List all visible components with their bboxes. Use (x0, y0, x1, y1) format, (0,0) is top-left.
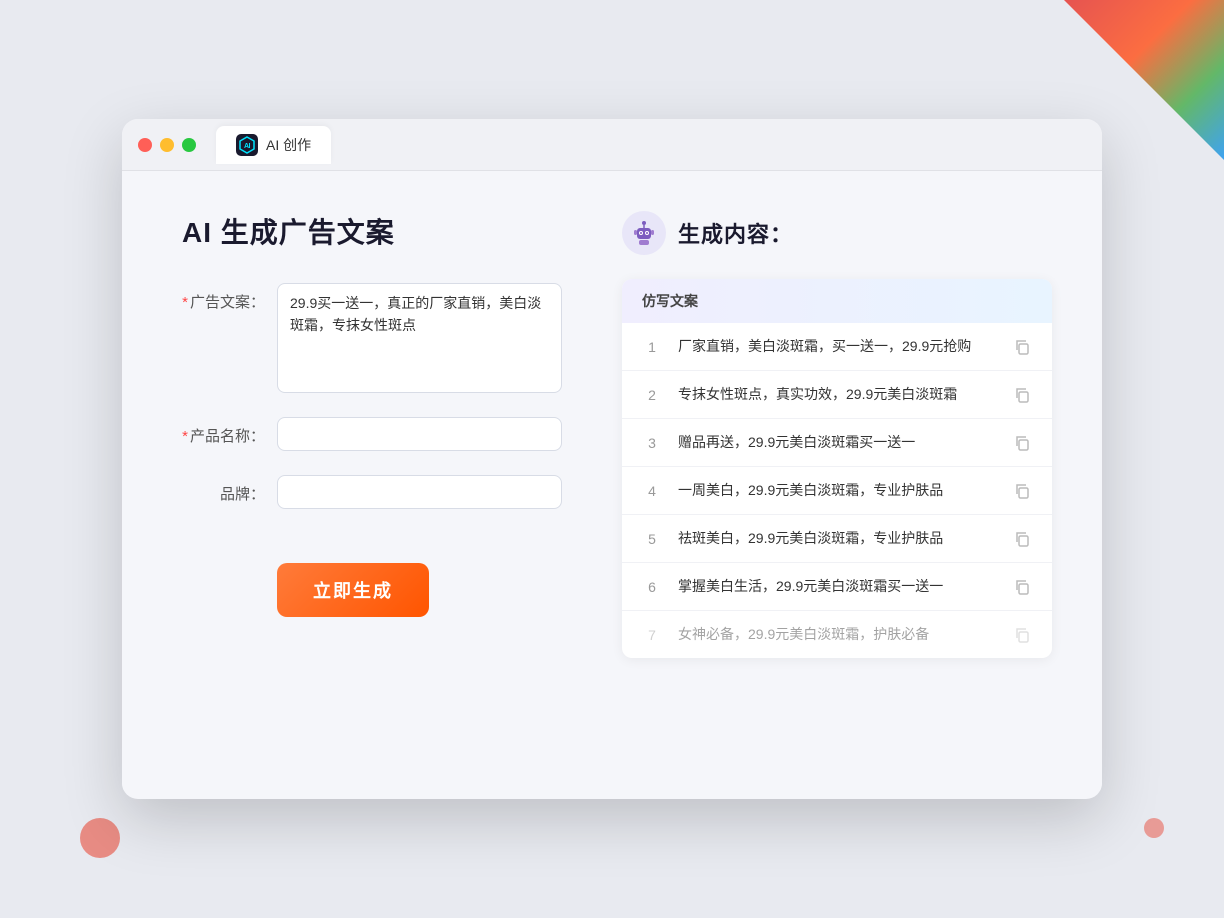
copy-icon[interactable] (1012, 433, 1032, 453)
traffic-lights (138, 138, 196, 152)
table-row: 3 赠品再送，29.9元美白淡斑霜买一送一 (622, 419, 1052, 467)
generate-button[interactable]: 立即生成 (277, 563, 429, 617)
copy-icon[interactable] (1012, 577, 1032, 597)
table-row: 6 掌握美白生活，29.9元美白淡斑霜买一送一 (622, 563, 1052, 611)
copy-icon[interactable] (1012, 529, 1032, 549)
row-number: 5 (642, 531, 662, 547)
required-star-2: * (182, 428, 188, 445)
row-number: 1 (642, 339, 662, 355)
maximize-button[interactable] (182, 138, 196, 152)
table-row: 1 厂家直销，美白淡斑霜，买一送一，29.9元抢购 (622, 323, 1052, 371)
right-title: 生成内容： (678, 217, 793, 249)
row-text: 祛斑美白，29.9元美白淡斑霜，专业护肤品 (678, 528, 996, 549)
close-button[interactable] (138, 138, 152, 152)
table-row: 5 祛斑美白，29.9元美白淡斑霜，专业护肤品 (622, 515, 1052, 563)
ad-copy-label: *广告文案： (182, 283, 277, 312)
copy-icon[interactable] (1012, 625, 1032, 645)
left-panel: AI 生成广告文案 *广告文案： 29.9买一送一，真正的厂家直销，美白淡斑霜，… (182, 211, 562, 751)
table-row: 4 一周美白，29.9元美白淡斑霜，专业护肤品 (622, 467, 1052, 515)
page-title: AI 生成广告文案 (182, 211, 562, 251)
row-text: 一周美白，29.9元美白淡斑霜，专业护肤品 (678, 480, 996, 501)
ad-copy-input[interactable]: 29.9买一送一，真正的厂家直销，美白淡斑霜，专抹女性斑点 (277, 283, 562, 393)
row-text: 厂家直销，美白淡斑霜，买一送一，29.9元抢购 (678, 336, 996, 357)
copy-icon[interactable] (1012, 337, 1032, 357)
brand-input[interactable]: 好白 (277, 475, 562, 509)
minimize-button[interactable] (160, 138, 174, 152)
main-content: AI 生成广告文案 *广告文案： 29.9买一送一，真正的厂家直销，美白淡斑霜，… (122, 171, 1102, 791)
copy-icon[interactable] (1012, 385, 1032, 405)
table-header: 仿写文案 (622, 279, 1052, 323)
browser-window: AI AI 创作 AI 生成广告文案 *广告文案： 29.9买一送一，真正的厂家… (122, 119, 1102, 799)
brand-group: 品牌： 好白 (182, 475, 562, 509)
product-name-label: *产品名称： (182, 417, 277, 446)
results-rows: 1 厂家直销，美白淡斑霜，买一送一，29.9元抢购 2 专抹女性斑点，真实功效，29… (622, 323, 1052, 658)
ai-tab-icon: AI (236, 134, 258, 156)
row-text: 女神必备，29.9元美白淡斑霜，护肤必备 (678, 624, 996, 645)
row-number: 3 (642, 435, 662, 451)
row-number: 6 (642, 579, 662, 595)
svg-text:AI: AI (244, 143, 251, 150)
row-number: 4 (642, 483, 662, 499)
table-row: 2 专抹女性斑点，真实功效，29.9元美白淡斑霜 (622, 371, 1052, 419)
row-text: 专抹女性斑点，真实功效，29.9元美白淡斑霜 (678, 384, 996, 405)
corner-decoration-br (1144, 818, 1164, 838)
product-name-group: *产品名称： 美白淡斑霜 (182, 417, 562, 451)
ai-tab[interactable]: AI AI 创作 (216, 126, 331, 164)
title-bar: AI AI 创作 (122, 119, 1102, 171)
row-number: 7 (642, 627, 662, 643)
product-name-input[interactable]: 美白淡斑霜 (277, 417, 562, 451)
row-text: 掌握美白生活，29.9元美白淡斑霜买一送一 (678, 576, 996, 597)
row-number: 2 (642, 387, 662, 403)
table-row: 7 女神必备，29.9元美白淡斑霜，护肤必备 (622, 611, 1052, 658)
corner-decoration-bl (80, 818, 120, 858)
required-star-1: * (182, 294, 188, 311)
ad-copy-group: *广告文案： 29.9买一送一，真正的厂家直销，美白淡斑霜，专抹女性斑点 (182, 283, 562, 393)
brand-label: 品牌： (182, 475, 277, 504)
row-text: 赠品再送，29.9元美白淡斑霜买一送一 (678, 432, 996, 453)
right-panel: 生成内容： 仿写文案 1 厂家直销，美白淡斑霜，买一送一，29.9元抢购 2 专抹女… (622, 211, 1052, 751)
tab-label: AI 创作 (266, 135, 311, 155)
results-table: 仿写文案 1 厂家直销，美白淡斑霜，买一送一，29.9元抢购 2 专抹女性斑点，真实… (622, 279, 1052, 658)
copy-icon[interactable] (1012, 481, 1032, 501)
robot-icon (622, 211, 666, 255)
right-header: 生成内容： (622, 211, 1052, 255)
